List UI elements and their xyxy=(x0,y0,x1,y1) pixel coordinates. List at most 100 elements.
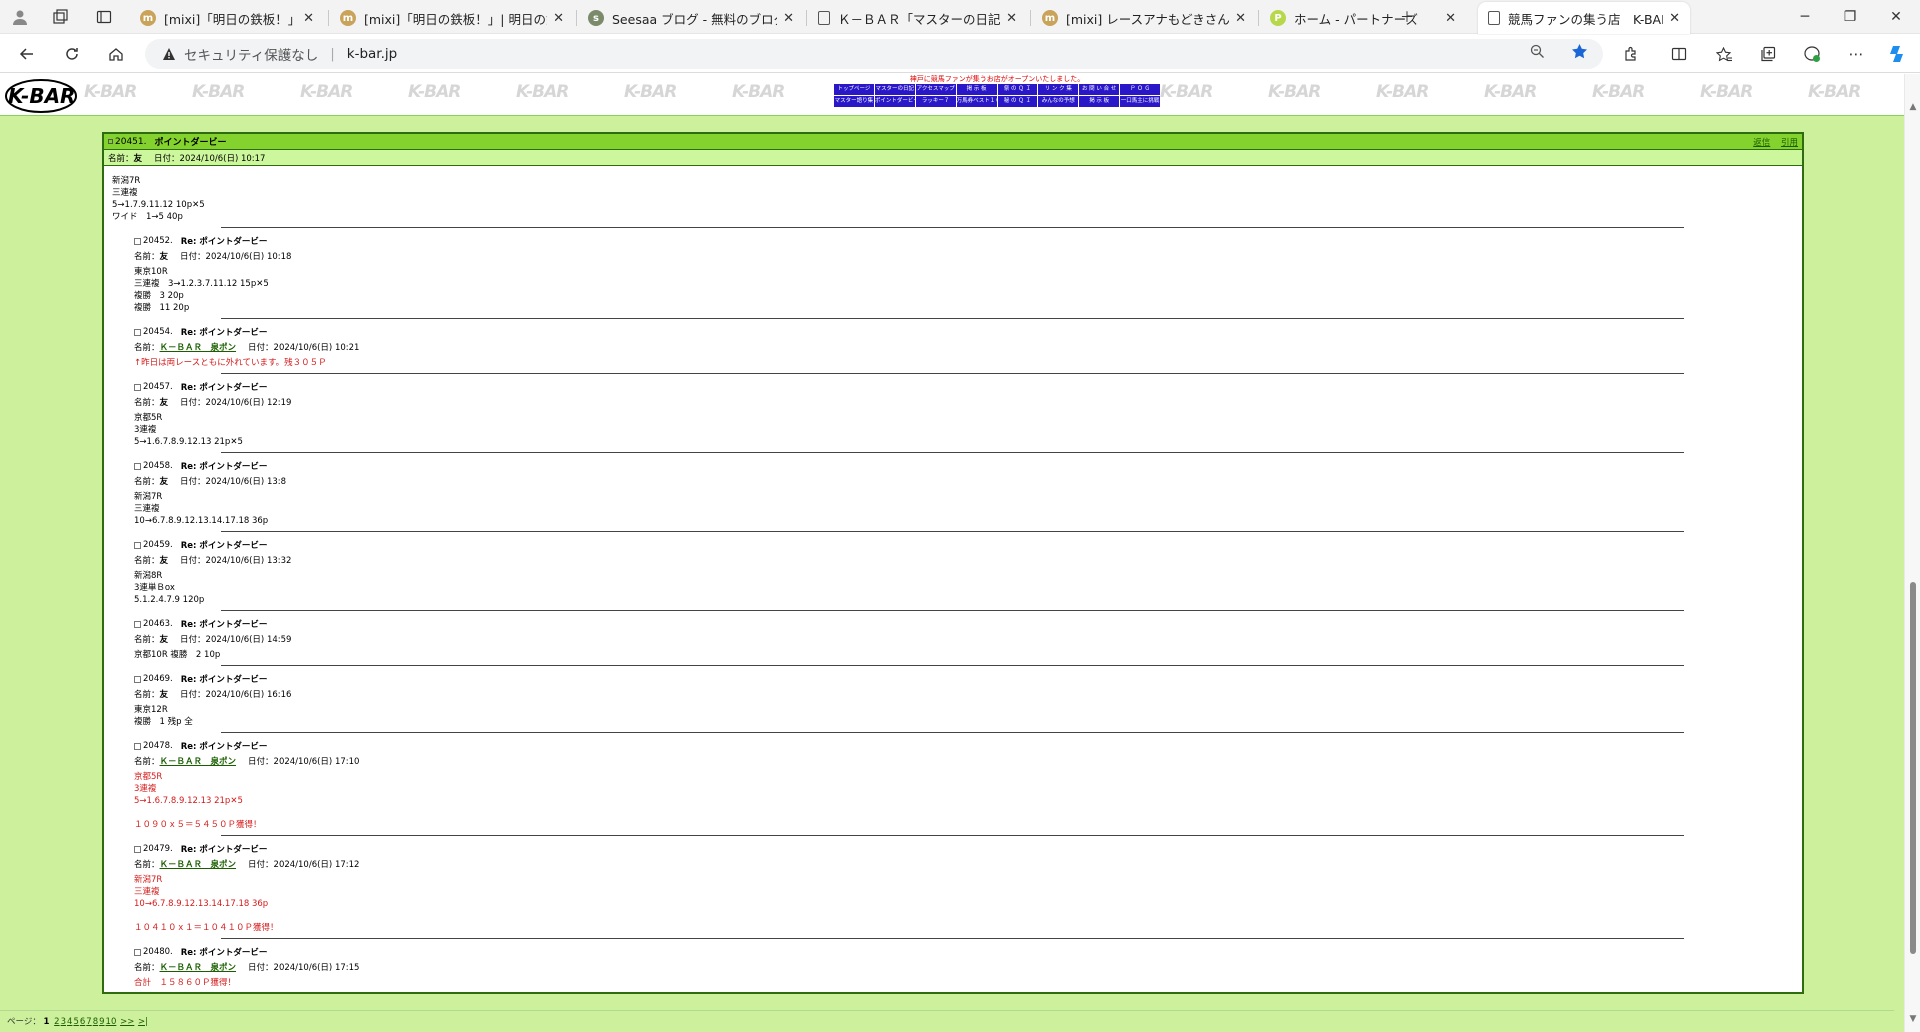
reply-author[interactable]: Ｋ－ＢＡＲ 泉ポン xyxy=(160,858,237,870)
more-menu-icon[interactable]: ⋯ xyxy=(1846,44,1866,64)
favorite-star-icon[interactable] xyxy=(1569,41,1589,61)
pager-page-link[interactable]: 10 xyxy=(106,1017,117,1027)
menu-item[interactable]: 万馬券ベスト１０ xyxy=(956,96,997,107)
reply-body: 東京10R 三連複 3→1.2.3.7.11.12 15p✕5 複勝 3 20p… xyxy=(134,267,269,313)
pager-page-link[interactable]: 9 xyxy=(99,1017,104,1027)
copilot-icon[interactable] xyxy=(1887,44,1907,64)
reply-number: 20469. xyxy=(143,674,173,684)
divider: | xyxy=(330,46,335,62)
tab-6[interactable]: 競馬ファンの集う店 K-BAR ✕ xyxy=(1478,2,1690,34)
home-button[interactable] xyxy=(105,43,127,65)
extensions-icon[interactable] xyxy=(1621,44,1641,64)
name-label: 名前： xyxy=(134,398,160,408)
close-window-button[interactable]: ✕ xyxy=(1885,6,1907,28)
menu-item[interactable]: ポイントダービー xyxy=(874,96,915,107)
reply-author[interactable]: Ｋ－ＢＡＲ 泉ポン xyxy=(160,755,237,767)
tab-3[interactable]: Ｋ－ＢＡＲ「マスターの日記」 ✕ xyxy=(808,2,1027,34)
reply-number: 20458. xyxy=(143,461,173,471)
pager-page-link[interactable]: 7 xyxy=(86,1017,91,1027)
quote-link[interactable]: 引用 xyxy=(1781,138,1798,148)
reply-title[interactable]: Re: ポイントダービー xyxy=(181,326,268,338)
address-bar[interactable]: セキュリティ保護なし | k-bar.jp xyxy=(145,39,1603,69)
pager-last[interactable]: >| xyxy=(138,1017,148,1027)
zoom-icon[interactable] xyxy=(1527,41,1547,61)
reply-author[interactable]: Ｋ－ＢＡＲ 泉ポン xyxy=(160,961,237,973)
reply-author[interactable]: Ｋ－ＢＡＲ 泉ポン xyxy=(160,341,237,353)
reply-title[interactable]: Re: ポイントダービー xyxy=(181,381,268,393)
scroll-thumb[interactable] xyxy=(1910,582,1916,954)
menu-item[interactable]: 掲 示 板 xyxy=(956,84,997,95)
scroll-down-icon[interactable]: ▼ xyxy=(1908,1014,1918,1024)
refresh-button[interactable] xyxy=(61,43,83,65)
reply-author: 友 xyxy=(159,477,169,487)
collections-icon[interactable] xyxy=(1758,44,1778,64)
reply-title[interactable]: Re: ポイントダービー xyxy=(181,843,268,855)
tab-1[interactable]: m [mixi]「明日の鉄板！」| 明日の鉄板 ✕ xyxy=(330,2,574,34)
reply-title[interactable]: Re: ポイントダービー xyxy=(181,539,268,551)
restore-button[interactable]: ❐ xyxy=(1839,6,1861,28)
logo-watermark: K-BAR xyxy=(1808,82,1861,102)
pager-page-link[interactable]: 4 xyxy=(67,1017,72,1027)
scrollbar[interactable]: ▲ ▼ xyxy=(1904,74,1920,1032)
menu-item[interactable]: アクセスマップ xyxy=(915,84,956,95)
split-screen-icon[interactable] xyxy=(1669,44,1689,64)
menu-item[interactable]: マスター語り集 xyxy=(834,96,874,107)
menu-item[interactable]: トップページ xyxy=(834,84,874,95)
logo-watermark: K-BAR xyxy=(1160,82,1213,102)
menu-item[interactable]: みんなの予想 xyxy=(1038,96,1079,107)
tab-close-icon[interactable]: ✕ xyxy=(553,11,564,26)
new-tab-button[interactable]: ＋ xyxy=(1396,6,1418,28)
thread-date: 2024/10/6(日) 10:17 xyxy=(179,153,266,164)
tab-actions-icon[interactable] xyxy=(94,7,114,27)
tab-favicon-icon xyxy=(818,11,830,25)
reply-author: 友 xyxy=(159,690,169,700)
pager-page-link[interactable]: 6 xyxy=(80,1017,85,1027)
tab-2[interactable]: s Seesaa ブログ - 無料のブログ(blog) ✕ xyxy=(578,2,804,34)
tab-close-icon[interactable]: ✕ xyxy=(783,11,794,26)
warning-icon[interactable] xyxy=(161,46,177,62)
tab-0[interactable]: m [mixi]「明日の鉄板！」| 明日の鉄板 ✕ xyxy=(130,2,324,34)
pager-page-link[interactable]: 5 xyxy=(73,1017,78,1027)
reply-title[interactable]: Re: ポイントダービー xyxy=(181,235,268,247)
reply-title[interactable]: Re: ポイントダービー xyxy=(181,946,268,958)
menu-item[interactable]: Ｐ Ｏ Ｇ xyxy=(1120,84,1160,95)
tab-close-icon[interactable]: ✕ xyxy=(1669,11,1680,26)
minimize-button[interactable]: ─ xyxy=(1794,6,1816,28)
reply-title[interactable]: Re: ポイントダービー xyxy=(181,460,268,472)
tab-close-icon[interactable]: ✕ xyxy=(1445,11,1456,26)
menu-item[interactable]: マスターの日記 xyxy=(874,84,915,95)
tab-close-icon[interactable]: ✕ xyxy=(1235,11,1246,26)
menu-item[interactable]: リ ン ク 集 xyxy=(1038,84,1079,95)
tab-close-icon[interactable]: ✕ xyxy=(303,11,314,26)
pager-next[interactable]: >> xyxy=(120,1017,134,1027)
reply-item: 20459. Re: ポイントダービー 名前：友 日付：2024/10/6(日) 13… xyxy=(104,532,1802,610)
thread-body-wrap: 新潟7R 三連複 5→1.7.9.11.12 10p✕5 ワイド 1→5 40p xyxy=(104,166,1802,227)
menu-item[interactable]: 祭 の Ｑ Ｉ xyxy=(997,84,1038,95)
pager-page-link[interactable]: 2 xyxy=(54,1017,59,1027)
tab-4[interactable]: m [mixi] レースアナもどきさんとのメッセージ ✕ xyxy=(1032,2,1256,34)
reply-title[interactable]: Re: ポイントダービー xyxy=(181,740,268,752)
back-button[interactable] xyxy=(16,43,38,65)
browser-essentials-icon[interactable] xyxy=(1802,44,1822,64)
profile-icon[interactable] xyxy=(10,7,30,27)
pager-page-link[interactable]: 8 xyxy=(93,1017,98,1027)
menu-item[interactable]: ラッキー７ xyxy=(915,96,956,107)
menu-item[interactable]: 秘 の Ｑ Ｉ xyxy=(997,96,1038,107)
reply-title[interactable]: Re: ポイントダービー xyxy=(181,618,268,630)
pager-page-link[interactable]: 3 xyxy=(61,1017,66,1027)
tab-5[interactable]: P ホーム - パートナーズ ✕ xyxy=(1260,2,1466,34)
k-bar-logo[interactable]: K-BAR xyxy=(4,76,78,114)
tab-close-icon[interactable]: ✕ xyxy=(1006,11,1017,26)
tab-bar: m [mixi]「明日の鉄板！」| 明日の鉄板 ✕ m [mixi]「明日の鉄板！」| … xyxy=(0,0,1920,34)
reply-link[interactable]: 返信 xyxy=(1753,138,1770,148)
menu-item[interactable]: 一口馬主に挑戦 xyxy=(1120,96,1160,107)
scroll-up-icon[interactable]: ▲ xyxy=(1908,102,1918,112)
workspaces-icon[interactable] xyxy=(50,7,70,27)
url-text[interactable]: k-bar.jp xyxy=(347,46,397,62)
reply-title[interactable]: Re: ポイントダービー xyxy=(181,673,268,685)
menu-item[interactable]: 掲 示 板 xyxy=(1079,96,1120,107)
pager-current: 1 xyxy=(43,1017,50,1027)
checkbox-icon xyxy=(134,541,141,549)
favorites-icon[interactable] xyxy=(1714,44,1734,64)
menu-item[interactable]: お 問 い 合 せ xyxy=(1079,84,1120,95)
